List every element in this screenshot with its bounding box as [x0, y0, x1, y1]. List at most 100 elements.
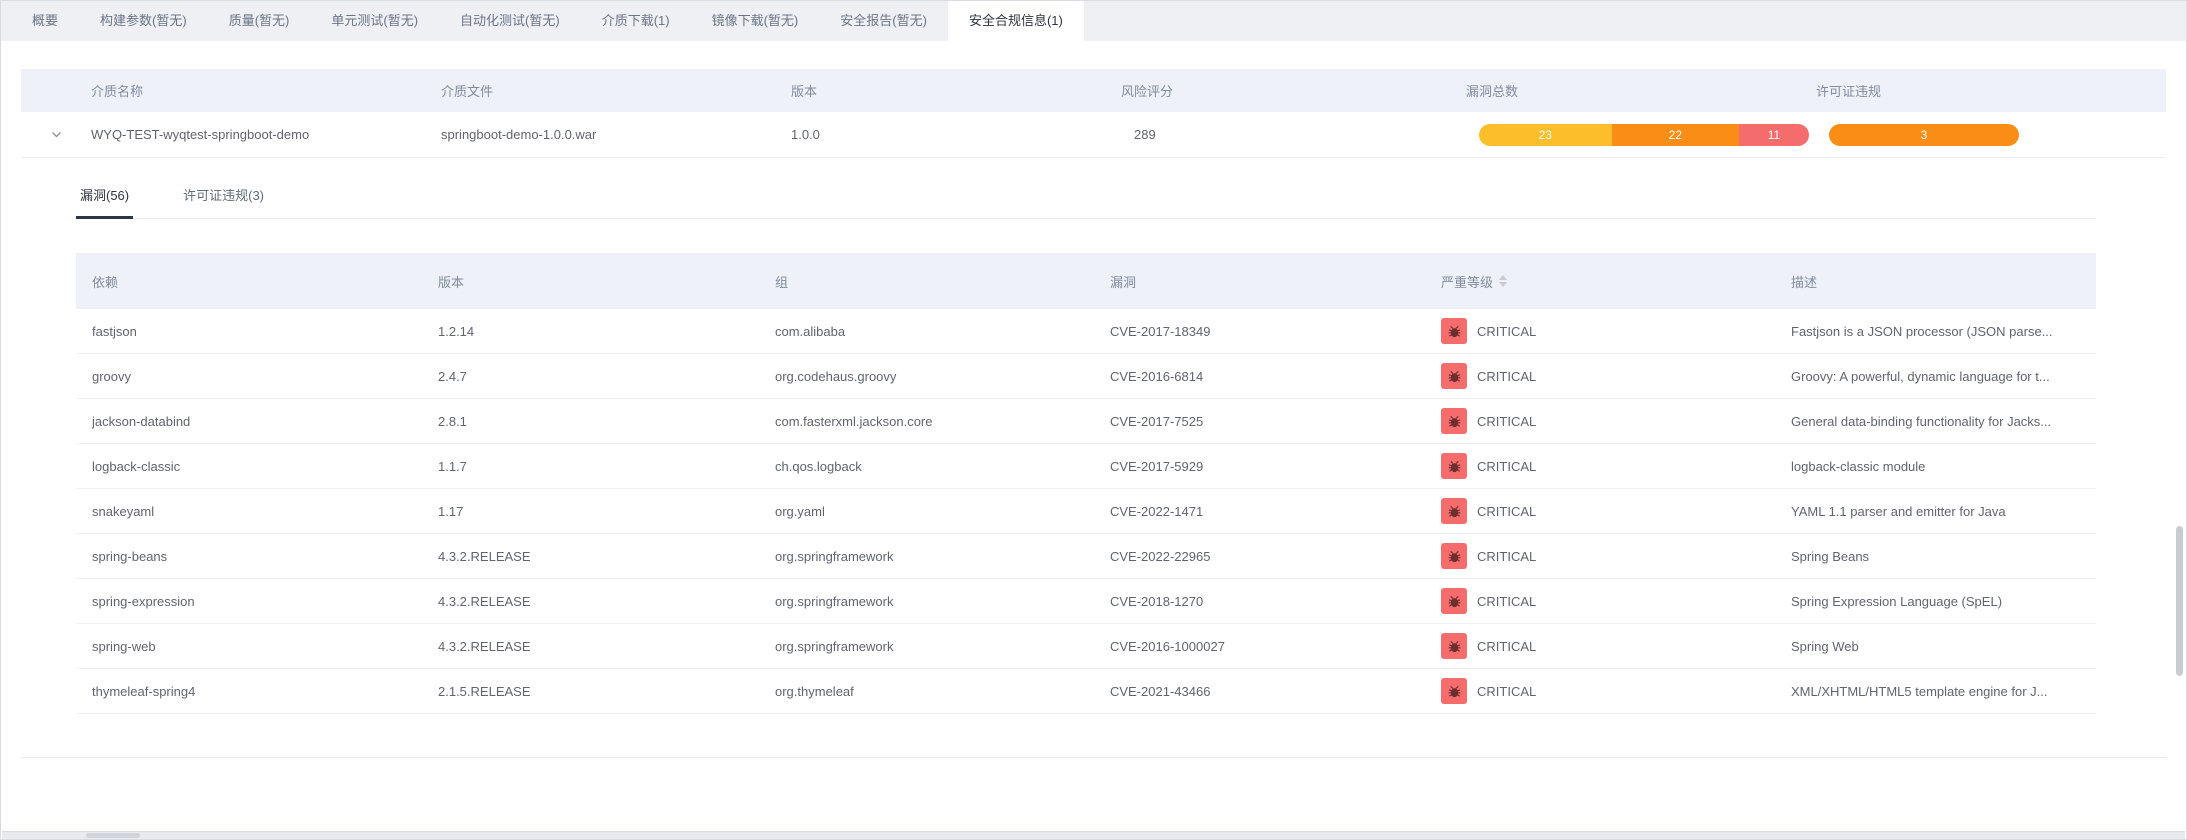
tab-bar: 概要构建参数(暂无)质量(暂无)单元测试(暂无)自动化测试(暂无)介质下载(1)…: [1, 1, 2186, 41]
media-table-row[interactable]: WYQ-TEST-wyqtest-springboot-demo springb…: [21, 112, 2166, 158]
table-row[interactable]: groovy 2.4.7 org.codehaus.groovy CVE-201…: [76, 354, 2096, 399]
severity-cell: CRITICAL: [1425, 318, 1775, 344]
description-cell: General data-binding functionality for J…: [1775, 414, 2096, 429]
version-cell: 2.4.7: [422, 369, 759, 384]
vuln-header-dependency: 依赖: [76, 272, 422, 291]
vuln-table-header: 依赖 版本 组 漏洞 严重等级 描述: [76, 253, 2096, 309]
media-header-file: 介质文件: [441, 81, 791, 100]
bug-icon: [1447, 594, 1462, 609]
vuln-header-description: 描述: [1775, 272, 2096, 291]
cve-cell: CVE-2016-1000027: [1094, 639, 1425, 654]
severity-cell: CRITICAL: [1425, 633, 1775, 659]
media-header-vuln-total: 漏洞总数: [1466, 81, 1816, 100]
cve-cell: CVE-2017-5929: [1094, 459, 1425, 474]
bug-icon: [1447, 549, 1462, 564]
cve-cell: CVE-2021-43466: [1094, 684, 1425, 699]
tab-security-compliance[interactable]: 安全合规信息(1): [948, 1, 1084, 41]
severity-label: CRITICAL: [1477, 684, 1536, 699]
sort-desc-icon[interactable]: [1499, 282, 1507, 287]
dependency-cell: logback-classic: [76, 459, 422, 474]
expand-cell[interactable]: [21, 128, 91, 141]
dependency-cell: spring-beans: [76, 549, 422, 564]
bug-icon: [1447, 684, 1462, 699]
description-cell: XML/XHTML/HTML5 template engine for J...: [1775, 684, 2096, 699]
cve-cell: CVE-2022-22965: [1094, 549, 1425, 564]
severity-critical-badge: [1441, 318, 1467, 344]
group-cell: ch.qos.logback: [759, 459, 1094, 474]
bug-icon: [1447, 324, 1462, 339]
tab-unit-test[interactable]: 单元测试(暂无): [310, 1, 439, 41]
severity-header-label: 严重等级: [1441, 272, 1493, 291]
dependency-cell: jackson-databind: [76, 414, 422, 429]
table-row[interactable]: fastjson 1.2.14 com.alibaba CVE-2017-183…: [76, 309, 2096, 354]
version-cell: 4.3.2.RELEASE: [422, 639, 759, 654]
vuln-segment-0: 23: [1479, 124, 1612, 146]
severity-critical-badge: [1441, 633, 1467, 659]
group-cell: com.fasterxml.jackson.core: [759, 414, 1094, 429]
license-violation-cell: 3: [1816, 124, 2166, 146]
cve-cell: CVE-2016-6814: [1094, 369, 1425, 384]
vuln-table-body: fastjson 1.2.14 com.alibaba CVE-2017-183…: [76, 309, 2096, 714]
description-cell: YAML 1.1 parser and emitter for Java: [1775, 504, 2096, 519]
risk-score-cell: 289: [1121, 127, 1466, 142]
sort-asc-icon[interactable]: [1499, 275, 1507, 280]
vuln-header-vulnerability: 漏洞: [1094, 272, 1425, 291]
panel-bottom-divider: [21, 757, 2166, 758]
tab-license-violations[interactable]: 许可证违规(3): [179, 188, 268, 219]
severity-critical-badge: [1441, 678, 1467, 704]
media-name-cell: WYQ-TEST-wyqtest-springboot-demo: [91, 127, 441, 142]
description-cell: Spring Expression Language (SpEL): [1775, 594, 2096, 609]
bug-icon: [1447, 369, 1462, 384]
tab-security-report[interactable]: 安全报告(暂无): [819, 1, 948, 41]
severity-label: CRITICAL: [1477, 369, 1536, 384]
tab-build-params[interactable]: 构建参数(暂无): [79, 1, 208, 41]
horizontal-scrollbar-track[interactable]: [2, 831, 2185, 839]
severity-label: CRITICAL: [1477, 594, 1536, 609]
tab-quality[interactable]: 质量(暂无): [208, 1, 311, 41]
table-row[interactable]: spring-expression 4.3.2.RELEASE org.spri…: [76, 579, 2096, 624]
table-row[interactable]: spring-beans 4.3.2.RELEASE org.springfra…: [76, 534, 2096, 579]
description-cell: Groovy: A powerful, dynamic language for…: [1775, 369, 2096, 384]
table-row[interactable]: thymeleaf-spring4 2.1.5.RELEASE org.thym…: [76, 669, 2096, 714]
vuln-header-severity[interactable]: 严重等级: [1425, 272, 1775, 291]
media-header-version: 版本: [791, 81, 1121, 100]
bug-icon: [1447, 414, 1462, 429]
table-row[interactable]: snakeyaml 1.17 org.yaml CVE-2022-1471 CR…: [76, 489, 2096, 534]
tab-overview[interactable]: 概要: [11, 1, 79, 41]
table-row[interactable]: spring-web 4.3.2.RELEASE org.springframe…: [76, 624, 2096, 669]
severity-label: CRITICAL: [1477, 324, 1536, 339]
severity-critical-badge: [1441, 408, 1467, 434]
description-cell: Fastjson is a JSON processor (JSON parse…: [1775, 324, 2096, 339]
media-file-cell: springboot-demo-1.0.0.war: [441, 127, 791, 142]
sort-icon[interactable]: [1499, 275, 1507, 287]
tab-auto-test[interactable]: 自动化测试(暂无): [439, 1, 581, 41]
version-cell: 2.8.1: [422, 414, 759, 429]
bug-icon: [1447, 639, 1462, 654]
cve-cell: CVE-2017-7525: [1094, 414, 1425, 429]
group-cell: com.alibaba: [759, 324, 1094, 339]
dependency-cell: fastjson: [76, 324, 422, 339]
chevron-down-icon[interactable]: [50, 128, 63, 141]
bug-icon: [1447, 504, 1462, 519]
dependency-cell: thymeleaf-spring4: [76, 684, 422, 699]
media-version-cell: 1.0.0: [791, 127, 1121, 142]
group-cell: org.yaml: [759, 504, 1094, 519]
vertical-scrollbar-thumb[interactable]: [2176, 526, 2183, 676]
table-row[interactable]: logback-classic 1.1.7 ch.qos.logback CVE…: [76, 444, 2096, 489]
horizontal-scrollbar-thumb[interactable]: [86, 833, 140, 838]
severity-critical-badge: [1441, 363, 1467, 389]
severity-cell: CRITICAL: [1425, 453, 1775, 479]
group-cell: org.springframework: [759, 639, 1094, 654]
severity-critical-badge: [1441, 588, 1467, 614]
tab-image-download[interactable]: 镜像下载(暂无): [691, 1, 820, 41]
severity-critical-badge: [1441, 498, 1467, 524]
vuln-total-cell: 232211: [1466, 124, 1816, 146]
cve-cell: CVE-2018-1270: [1094, 594, 1425, 609]
table-row[interactable]: jackson-databind 2.8.1 com.fasterxml.jac…: [76, 399, 2096, 444]
group-cell: org.thymeleaf: [759, 684, 1094, 699]
severity-cell: CRITICAL: [1425, 408, 1775, 434]
tab-artifact-download[interactable]: 介质下载(1): [581, 1, 691, 41]
tab-vulnerabilities[interactable]: 漏洞(56): [76, 188, 133, 219]
media-header-license: 许可证违规: [1816, 81, 2166, 100]
media-table-header: 介质名称 介质文件 版本 风险评分 漏洞总数 许可证违规: [21, 69, 2166, 112]
